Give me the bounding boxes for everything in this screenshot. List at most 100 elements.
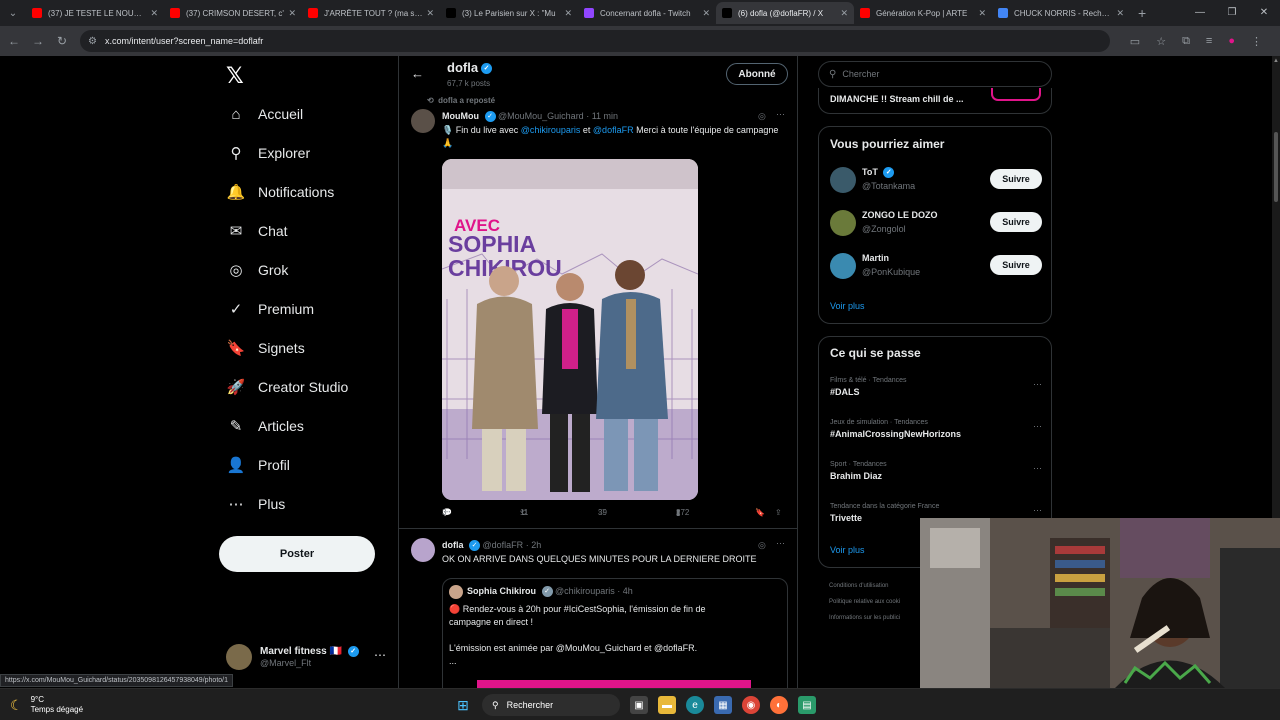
suggestion-item[interactable]: ToT ✓ @Totankama Suivre: [830, 165, 1042, 195]
mention-link[interactable]: @doflaFR: [593, 125, 634, 135]
site-info-icon[interactable]: ⚙: [88, 36, 97, 47]
tweet-photo[interactable]: AVEC SOPHIA CHIKIROU: [442, 159, 698, 500]
footer-link[interactable]: Politique relative aux cooki: [829, 599, 900, 605]
minimize-icon[interactable]: —: [1184, 0, 1216, 26]
footer-link[interactable]: Informations sur les publici: [829, 615, 900, 621]
store-icon[interactable]: ▦: [714, 696, 732, 714]
close-tab-icon[interactable]: ✕: [150, 8, 158, 19]
tweet-time[interactable]: · 2h: [526, 540, 542, 550]
close-tab-icon[interactable]: ✕: [426, 8, 434, 19]
following-button[interactable]: Abonné: [726, 63, 788, 85]
follow-button[interactable]: Suivre: [990, 169, 1042, 189]
close-tab-icon[interactable]: ✕: [564, 8, 572, 19]
see-more-link[interactable]: Voir plus: [830, 301, 865, 311]
trend-item[interactable]: Sport · Tendances Brahim Diaz ⋯: [830, 461, 1042, 481]
tweet-time[interactable]: · 11 min: [586, 111, 618, 121]
nav-item-plus[interactable]: ⋯ Plus: [226, 490, 286, 518]
nav-item-articles[interactable]: ✎ Articles: [226, 412, 304, 440]
star-icon[interactable]: ☆: [1156, 35, 1166, 48]
nav-item-explorer[interactable]: ⚲ Explorer: [226, 139, 311, 167]
tweet-handle[interactable]: @doflaFR: [483, 540, 524, 550]
task-view-icon[interactable]: ▣: [630, 696, 648, 714]
weather-widget[interactable]: ☾ 9°C Temps dégagé: [10, 695, 83, 715]
nav-item-creator-studio[interactable]: 🚀 Creator Studio: [226, 373, 349, 401]
reload-icon[interactable]: ↻: [50, 34, 74, 48]
file-explorer-icon[interactable]: ▬: [658, 696, 676, 714]
media-icon[interactable]: ≡: [1206, 35, 1212, 47]
nav-item-signets[interactable]: 🔖 Signets: [226, 334, 305, 362]
scrollbar-thumb[interactable]: [1274, 132, 1278, 202]
close-tab-icon[interactable]: ✕: [1116, 8, 1124, 19]
grok-icon[interactable]: ◎: [758, 111, 766, 122]
browser-tab[interactable]: (37) JE TESTE LE NOUVEAU ✕: [26, 2, 164, 24]
profile-avatar-icon[interactable]: ●: [1228, 35, 1235, 47]
back-arrow-icon[interactable]: ←: [411, 66, 424, 81]
back-icon[interactable]: ←: [2, 34, 26, 48]
extensions-icon[interactable]: ⧉: [1182, 35, 1190, 48]
nav-item-premium[interactable]: ✓ Premium: [226, 295, 314, 323]
maximize-icon[interactable]: ❐: [1216, 0, 1248, 26]
follow-button[interactable]: Suivre: [990, 212, 1042, 232]
nav-item-notifications[interactable]: 🔔 Notifications: [226, 178, 335, 206]
nav-item-accueil[interactable]: ⌂ Accueil: [226, 100, 303, 128]
tweet-author[interactable]: MouMou: [442, 111, 479, 121]
cast-icon[interactable]: ▭: [1130, 35, 1140, 48]
trend-item[interactable]: Films & télé · Tendances #DALS ⋯: [830, 377, 1042, 397]
more-icon[interactable]: ⋯: [374, 648, 386, 662]
suggestion-item[interactable]: Martin @PonKubique Suivre: [830, 251, 1042, 281]
tweet-handle[interactable]: @MouMou_Guichard: [498, 111, 584, 121]
follow-button[interactable]: Suivre: [990, 255, 1042, 275]
close-tab-icon[interactable]: ✕: [840, 8, 848, 19]
avatar[interactable]: [411, 538, 435, 562]
browser-tab[interactable]: (37) CRIMSON DESERT, c' ✕: [164, 2, 302, 24]
new-tab-icon[interactable]: +: [1138, 5, 1146, 21]
edge-icon[interactable]: e: [686, 696, 704, 714]
browser-tab[interactable]: Concernant dofla - Twitch ✕: [578, 2, 716, 24]
live-banner[interactable]: DIMANCHE !! Stream chill de ...: [818, 88, 1052, 114]
close-tab-icon[interactable]: ✕: [288, 8, 296, 19]
post-button[interactable]: Poster: [219, 536, 375, 572]
grok-icon[interactable]: ◎: [758, 540, 766, 551]
mention-link[interactable]: @chikirouparis: [521, 125, 581, 135]
nav-item-chat[interactable]: ✉ Chat: [226, 217, 288, 245]
close-tab-icon[interactable]: ✕: [702, 8, 710, 19]
more-icon[interactable]: ⋯: [1033, 421, 1042, 432]
close-tab-icon[interactable]: ✕: [978, 8, 986, 19]
close-window-icon[interactable]: ✕: [1248, 0, 1280, 26]
search-input[interactable]: ⚲ Chercher: [818, 61, 1052, 87]
browser-tab[interactable]: CHUCK NORRIS - Recherc ✕: [992, 2, 1130, 24]
nav-item-grok[interactable]: ◎ Grok: [226, 256, 288, 284]
browser-tab[interactable]: Génération K-Pop | ARTE ✕: [854, 2, 992, 24]
app-icon[interactable]: ▤: [798, 696, 816, 714]
menu-icon[interactable]: ⋮: [1251, 35, 1262, 48]
more-icon[interactable]: ⋯: [1033, 505, 1042, 516]
suggestion-item[interactable]: ZONGO LE DOZO @Zongolol Suivre: [830, 208, 1042, 238]
more-icon[interactable]: ⋯: [1033, 379, 1042, 390]
browser-tab[interactable]: (3) Le Parisien sur X : "Mu ✕: [440, 2, 578, 24]
tweet-author[interactable]: dofla: [442, 540, 464, 550]
scroll-up-icon[interactable]: ▲: [1273, 58, 1279, 64]
chrome-icon[interactable]: ◉: [742, 696, 760, 714]
trend-item[interactable]: Jeux de simulation · Tendances #AnimalCro…: [830, 419, 1042, 439]
quote-image[interactable]: [477, 680, 751, 688]
tab-search-icon[interactable]: ⌄: [0, 0, 26, 26]
quoted-tweet[interactable]: Sophia Chikirou ✓ @chikirouparis · 4h 🔴 …: [442, 578, 788, 688]
more-icon[interactable]: ⋯: [776, 109, 785, 120]
avatar[interactable]: [411, 109, 435, 133]
firefox-icon[interactable]: ◐: [770, 696, 788, 714]
address-bar[interactable]: ⚙ x.com/intent/user?screen_name=doflafr: [80, 30, 1110, 52]
nav-item-profil[interactable]: 👤 Profil: [226, 451, 290, 479]
forward-icon[interactable]: →: [26, 34, 50, 48]
trends-see-more-link[interactable]: Voir plus: [830, 545, 865, 555]
footer-link[interactable]: Conditions d'utilisation: [829, 583, 889, 589]
x-logo-icon[interactable]: 𝕏: [226, 64, 244, 89]
share-icon[interactable]: ⇪: [775, 508, 782, 517]
more-icon[interactable]: ⋯: [1033, 463, 1042, 474]
account-switcher[interactable]: Marvel fitness 🇫🇷 ✓ @Marvel_Flt ⋯: [226, 642, 386, 672]
windows-start-icon[interactable]: ⊞: [454, 696, 472, 714]
more-icon[interactable]: ⋯: [776, 538, 785, 549]
bookmark-icon[interactable]: 🔖: [755, 508, 765, 517]
browser-tab[interactable]: (6) dofla (@doflaFR) / X ✕: [716, 2, 854, 24]
browser-tab[interactable]: J'ARRÊTE TOUT ? (ma situ ✕: [302, 2, 440, 24]
taskbar-search[interactable]: ⚲ Rechercher: [482, 694, 620, 716]
